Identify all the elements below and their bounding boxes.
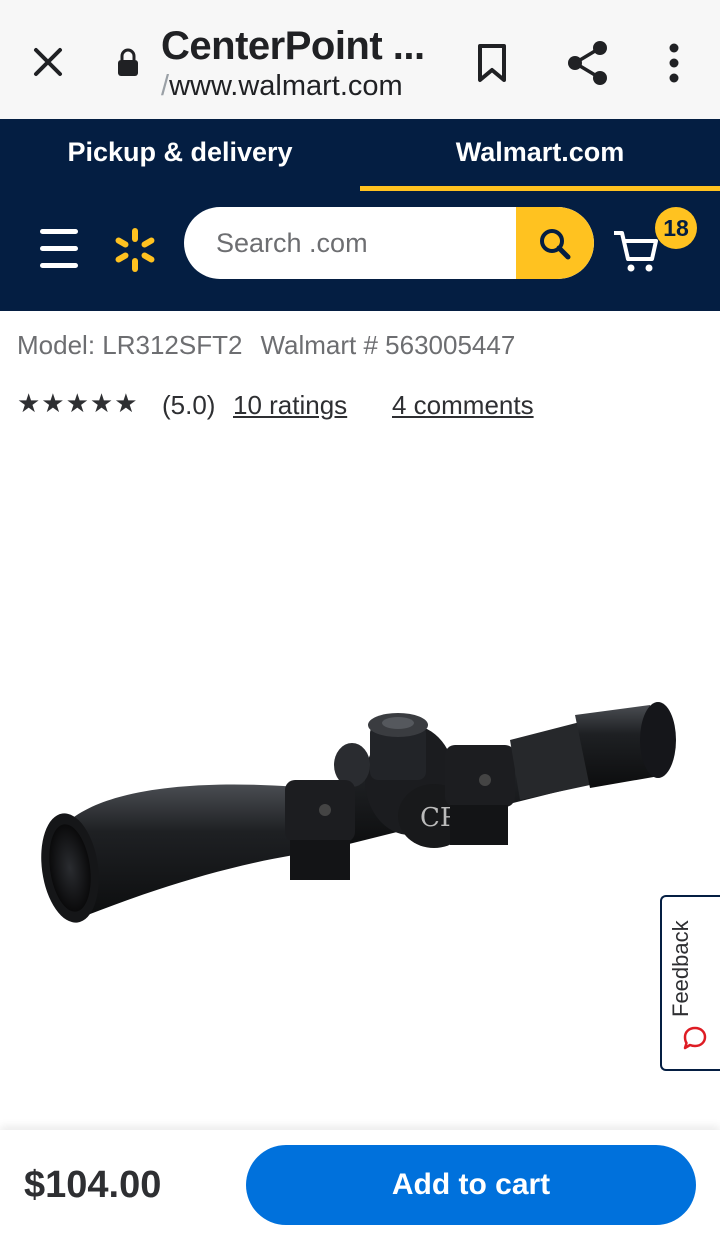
close-icon[interactable] xyxy=(28,42,68,82)
url-text: www.walmart.com xyxy=(169,70,403,102)
feedback-tab[interactable]: Feedback xyxy=(660,895,720,1071)
search-button[interactable] xyxy=(516,207,594,279)
browser-toolbar: CenterPoint ... /www.walmart.com xyxy=(0,0,720,119)
add-to-cart-button[interactable]: Add to cart xyxy=(246,1145,696,1225)
product-price: $104.00 xyxy=(24,1164,162,1206)
cart-icon[interactable] xyxy=(612,227,660,275)
cart-count-badge: 18 xyxy=(655,207,697,249)
url-bar[interactable]: /www.walmart.com xyxy=(161,70,403,103)
chat-bubble-icon xyxy=(682,1025,708,1051)
product-meta: Model: LR312SFT2 Walmart # 563005447 xyxy=(17,330,515,361)
store-tabs: Pickup & delivery Walmart.com xyxy=(0,119,720,191)
lock-icon xyxy=(116,48,140,78)
comments-link[interactable]: 4 comments xyxy=(392,390,534,421)
star-rating: ★★★★★ xyxy=(17,388,139,418)
rating-score: (5.0) xyxy=(162,390,216,420)
menu-icon[interactable] xyxy=(40,229,80,271)
share-icon[interactable] xyxy=(566,40,610,86)
search-bar xyxy=(184,207,594,279)
product-image[interactable]: CP xyxy=(0,440,720,1130)
site-header: 18 xyxy=(0,191,720,311)
page-title: CenterPoint ... xyxy=(161,24,425,68)
bottom-purchase-bar: $104.00 Add to cart xyxy=(0,1130,720,1238)
tab-walmart-com[interactable]: Walmart.com xyxy=(360,119,720,191)
tab-pickup-delivery[interactable]: Pickup & delivery xyxy=(0,119,360,191)
feedback-label: Feedback xyxy=(668,920,693,1017)
url-prefix: / xyxy=(161,70,170,102)
bookmark-icon[interactable] xyxy=(474,40,510,86)
search-input[interactable] xyxy=(184,207,516,279)
ratings-link[interactable]: 10 ratings xyxy=(233,390,347,421)
model-number: Model: LR312SFT2 xyxy=(17,330,243,360)
more-vert-icon[interactable] xyxy=(662,40,686,86)
search-icon xyxy=(540,229,571,260)
walmart-spark-icon[interactable] xyxy=(111,226,159,274)
walmart-number: Walmart # 563005447 xyxy=(260,330,516,360)
